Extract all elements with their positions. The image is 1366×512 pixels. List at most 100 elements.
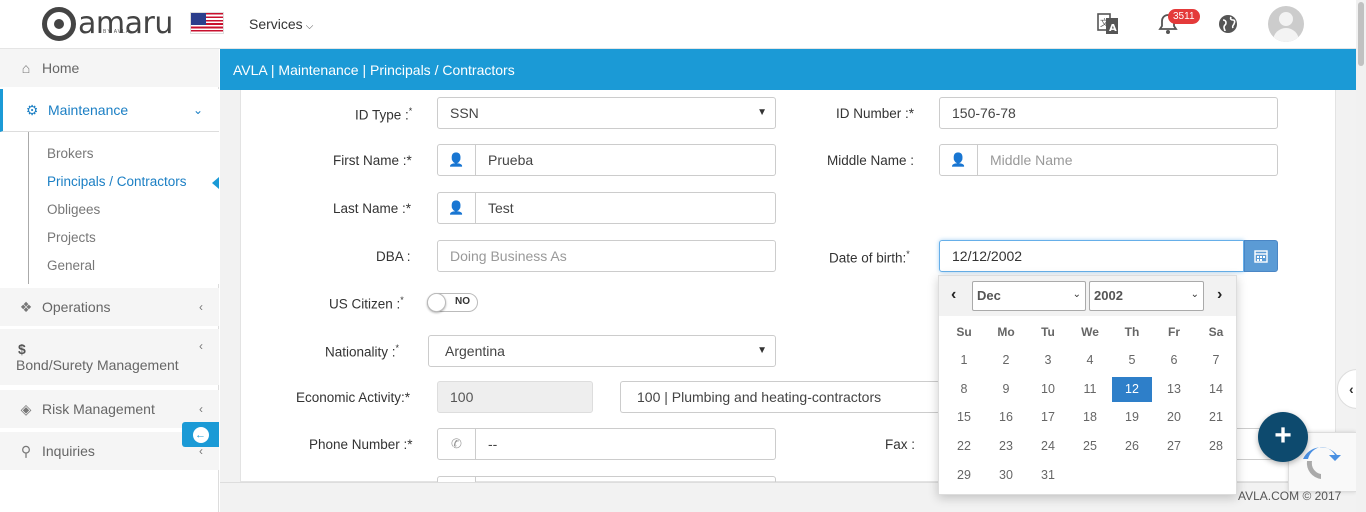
- day-cell[interactable]: 29: [944, 463, 984, 488]
- sidebar-item-label: Maintenance: [48, 102, 129, 118]
- day-cell-selected[interactable]: 12: [1112, 377, 1152, 402]
- sidebar-item-bond[interactable]: $ Bond/Surety Management ‹: [0, 329, 219, 385]
- day-cell[interactable]: 2: [986, 348, 1026, 373]
- sidebar-collapse-button[interactable]: ←: [182, 422, 219, 447]
- sidebar-item-label: Home: [42, 60, 80, 76]
- sidebar-item-maintenance[interactable]: ⚙ Maintenance ⌄: [0, 89, 219, 132]
- user-icon: 👤: [939, 144, 978, 176]
- page-scrollbar[interactable]: [1356, 0, 1366, 512]
- sidebar-item-label: Risk Management: [42, 401, 155, 417]
- phone-input[interactable]: --: [476, 428, 776, 460]
- dba-input[interactable]: Doing Business As: [437, 240, 776, 272]
- day-cell[interactable]: 20: [1154, 405, 1194, 430]
- id-type-select[interactable]: SSN ▼: [437, 97, 776, 129]
- weekday-header: Th: [1124, 325, 1140, 339]
- weekday-header: Sa: [1208, 325, 1224, 339]
- day-cell[interactable]: 13: [1154, 377, 1194, 402]
- middle-name-label: Middle Name :: [827, 153, 915, 168]
- nationality-select[interactable]: Argentina ▼: [428, 335, 776, 367]
- chevron-down-icon: ▼: [757, 345, 767, 356]
- dob-group: 12/12/2002: [939, 240, 1278, 272]
- user-avatar[interactable]: [1268, 6, 1304, 42]
- amaru-logo[interactable]: amaru: [42, 7, 173, 41]
- day-cell[interactable]: 1: [944, 348, 984, 373]
- economic-activity-input[interactable]: 100 | Plumbing and heating-contractors: [620, 381, 940, 413]
- first-name-input[interactable]: Prueba: [476, 144, 776, 176]
- weekday-header: Su: [956, 325, 972, 339]
- chevron-down-icon: ▼: [757, 107, 767, 118]
- day-cell[interactable]: 18: [1070, 405, 1110, 430]
- day-cell[interactable]: 22: [944, 434, 984, 459]
- day-cell[interactable]: 9: [986, 377, 1026, 402]
- user-icon: 👤: [437, 144, 476, 176]
- datepicker: ‹ Dec ⌄ 2002 ⌄ › Su Mo Tu We Th Fr Sa 1 2 3 4 5 6 7 8 9 10…: [938, 275, 1237, 495]
- day-cell[interactable]: 16: [986, 405, 1026, 430]
- sidebar-item-label: Inquiries: [42, 443, 95, 459]
- globe-icon[interactable]: [1216, 12, 1240, 36]
- submenu-item-general[interactable]: General: [47, 258, 95, 273]
- economic-activity-label: Economic Activity:*: [296, 390, 411, 405]
- id-number-input[interactable]: 150-76-78: [939, 97, 1278, 129]
- calendar-button[interactable]: [1244, 240, 1278, 272]
- submenu-item-projects[interactable]: Projects: [47, 230, 96, 245]
- day-cell[interactable]: 4: [1070, 348, 1110, 373]
- chevron-down-icon: ⌄: [1072, 289, 1081, 300]
- services-menu[interactable]: Services ⌵: [249, 16, 313, 32]
- submenu-item-obligees[interactable]: Obligees: [47, 202, 100, 217]
- submenu-item-principals[interactable]: Principals / Contractors: [47, 174, 187, 189]
- day-cell[interactable]: 14: [1196, 377, 1236, 402]
- arrow-left-icon: ←: [192, 426, 209, 443]
- last-name-label: Last Name :*: [333, 201, 412, 216]
- day-cell[interactable]: 31: [1028, 463, 1068, 488]
- phone-icon: ✆: [437, 428, 476, 460]
- day-cell[interactable]: 17: [1028, 405, 1068, 430]
- day-cell[interactable]: 30: [986, 463, 1026, 488]
- scrollbar-thumb[interactable]: [1358, 2, 1364, 66]
- sidebar-item-operations[interactable]: ❖ Operations ‹: [0, 288, 219, 326]
- day-cell[interactable]: 24: [1028, 434, 1068, 459]
- last-name-input[interactable]: Test: [476, 192, 776, 224]
- day-cell[interactable]: 10: [1028, 377, 1068, 402]
- dob-input[interactable]: 12/12/2002: [939, 240, 1244, 272]
- add-fab-button[interactable]: +: [1258, 412, 1308, 462]
- day-cell[interactable]: 6: [1154, 348, 1194, 373]
- us-flag-icon[interactable]: [190, 12, 224, 34]
- toggle-knob: [427, 293, 446, 312]
- sidebar-item-label: Operations: [42, 299, 111, 315]
- sidebar-item-label: Bond/Surety Management: [16, 357, 179, 373]
- year-select[interactable]: 2002 ⌄: [1089, 281, 1204, 311]
- day-cell[interactable]: 28: [1196, 434, 1236, 459]
- user-icon: 👤: [437, 192, 476, 224]
- day-cell[interactable]: 26: [1112, 434, 1152, 459]
- maintenance-submenu: Brokers Principals / Contractors Obligee…: [0, 132, 219, 284]
- sidebar-item-home[interactable]: ⌂ Home: [0, 49, 219, 87]
- cubes-icon: ◈: [20, 400, 32, 417]
- day-cell[interactable]: 8: [944, 377, 984, 402]
- chevron-left-icon: ‹: [199, 300, 203, 314]
- middle-name-input[interactable]: Middle Name: [978, 144, 1278, 176]
- month-select[interactable]: Dec ⌄: [972, 281, 1086, 311]
- dollar-icon: $: [18, 341, 26, 357]
- svg-text:A: A: [1109, 23, 1117, 34]
- next-month-icon[interactable]: ›: [1217, 286, 1222, 304]
- dob-label: Date of birth:*: [829, 249, 910, 266]
- translate-icon[interactable]: 文A: [1096, 12, 1120, 36]
- day-cell[interactable]: 7: [1196, 348, 1236, 373]
- day-cell[interactable]: 5: [1112, 348, 1152, 373]
- day-cell[interactable]: 21: [1196, 405, 1236, 430]
- day-cell[interactable]: 25: [1070, 434, 1110, 459]
- day-cell[interactable]: 15: [944, 405, 984, 430]
- chevron-left-icon: ‹: [199, 402, 203, 416]
- first-name-group: 👤 Prueba: [437, 144, 776, 176]
- weekday-header: We: [1081, 325, 1099, 339]
- search-icon: ⚲: [20, 442, 32, 459]
- submenu-item-brokers[interactable]: Brokers: [47, 146, 94, 161]
- day-cell[interactable]: 27: [1154, 434, 1194, 459]
- us-citizen-toggle[interactable]: NO: [427, 293, 478, 312]
- prev-month-icon[interactable]: ‹: [951, 286, 956, 304]
- day-cell[interactable]: 3: [1028, 348, 1068, 373]
- day-cell[interactable]: 19: [1112, 405, 1152, 430]
- logo-mark-icon: [42, 7, 76, 41]
- day-cell[interactable]: 11: [1070, 377, 1110, 402]
- day-cell[interactable]: 23: [986, 434, 1026, 459]
